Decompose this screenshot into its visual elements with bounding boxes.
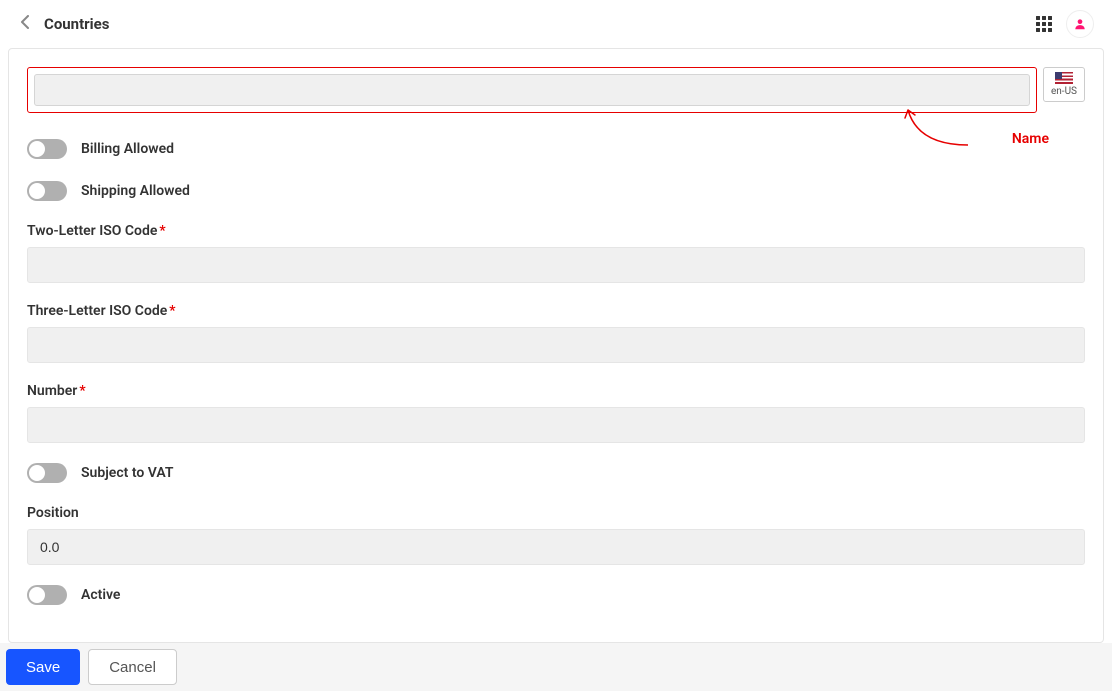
action-footer: Save Cancel bbox=[0, 643, 1112, 691]
shipping-allowed-label: Shipping Allowed bbox=[81, 183, 190, 199]
locale-label: en-US bbox=[1051, 86, 1077, 97]
number-label: Number* bbox=[27, 383, 1085, 399]
cancel-button[interactable]: Cancel bbox=[88, 649, 177, 685]
active-label: Active bbox=[81, 587, 120, 603]
active-toggle[interactable] bbox=[27, 585, 67, 605]
subject-to-vat-row: Subject to VAT bbox=[27, 463, 1085, 483]
subject-to-vat-toggle[interactable] bbox=[27, 463, 67, 483]
page-title: Countries bbox=[44, 15, 109, 33]
shipping-allowed-toggle[interactable] bbox=[27, 181, 67, 201]
two-letter-iso-field: Two-Letter ISO Code* bbox=[27, 223, 1085, 283]
billing-allowed-row: Billing Allowed bbox=[27, 139, 1085, 159]
three-letter-iso-field: Three-Letter ISO Code* bbox=[27, 303, 1085, 363]
three-letter-iso-input[interactable] bbox=[27, 327, 1085, 363]
shipping-allowed-row: Shipping Allowed bbox=[27, 181, 1085, 201]
name-highlight-box bbox=[27, 67, 1037, 113]
apps-icon[interactable] bbox=[1036, 16, 1052, 32]
page-header: Countries bbox=[0, 0, 1112, 48]
active-row: Active bbox=[27, 585, 1085, 605]
save-button[interactable]: Save bbox=[6, 649, 80, 685]
position-field: Position bbox=[27, 505, 1085, 565]
user-avatar[interactable] bbox=[1066, 10, 1094, 38]
subject-to-vat-label: Subject to VAT bbox=[81, 465, 173, 481]
two-letter-iso-input[interactable] bbox=[27, 247, 1085, 283]
header-right bbox=[1036, 10, 1094, 38]
position-input[interactable] bbox=[27, 529, 1085, 565]
number-field: Number* bbox=[27, 383, 1085, 443]
locale-selector[interactable]: en-US bbox=[1043, 67, 1085, 102]
two-letter-iso-label: Two-Letter ISO Code* bbox=[27, 223, 1085, 239]
position-label: Position bbox=[27, 505, 1085, 521]
header-left: Countries bbox=[20, 15, 109, 33]
flag-us-icon bbox=[1055, 72, 1073, 84]
billing-allowed-toggle[interactable] bbox=[27, 139, 67, 159]
name-input[interactable] bbox=[34, 74, 1030, 106]
billing-allowed-label: Billing Allowed bbox=[81, 141, 174, 157]
form-container: en-US Name Billing Allowed Shipping Allo… bbox=[8, 48, 1104, 643]
back-icon[interactable] bbox=[20, 15, 30, 33]
name-field-row: en-US bbox=[27, 67, 1085, 113]
three-letter-iso-label: Three-Letter ISO Code* bbox=[27, 303, 1085, 319]
number-input[interactable] bbox=[27, 407, 1085, 443]
